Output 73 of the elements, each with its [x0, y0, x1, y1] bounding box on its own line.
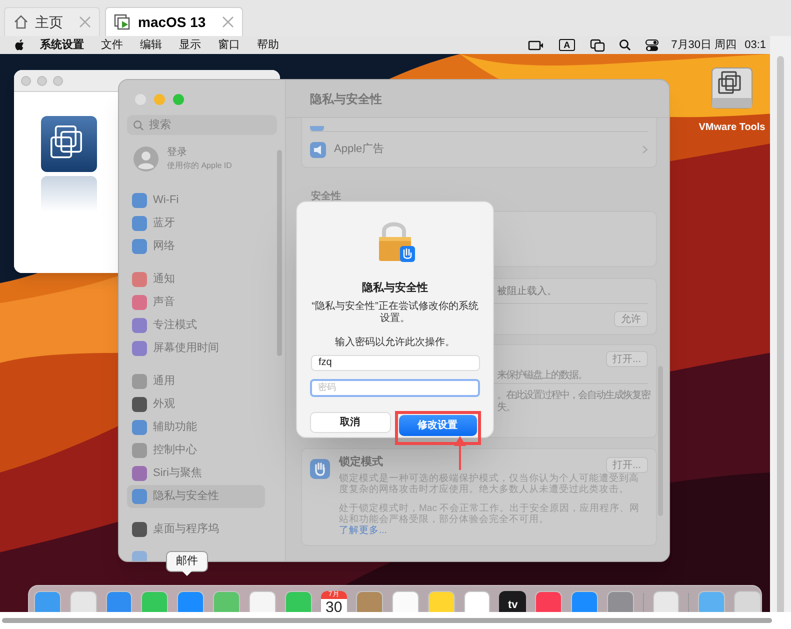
search-icon — [133, 120, 144, 130]
menu-item[interactable]: 帮助 — [257, 36, 279, 54]
logo-reflection — [41, 176, 97, 212]
home-icon — [13, 14, 29, 30]
sidebar-item[interactable]: 辅助功能 — [127, 416, 265, 439]
menubar-date[interactable]: 7月30日 周四 — [671, 36, 737, 54]
megaphone-icon — [310, 142, 326, 158]
settings-row[interactable]: Apple广告 — [310, 132, 648, 167]
turn-on-button[interactable]: 打开... — [606, 351, 648, 367]
close-icon[interactable] — [222, 16, 234, 28]
tab[interactable]: 主页 — [4, 7, 100, 36]
scrollbar[interactable] — [277, 150, 282, 356]
tab[interactable]: macOS 13 — [105, 7, 243, 36]
desktop-icon-label[interactable]: VMware Tools — [698, 120, 766, 135]
description-text: 来保护磁盘上的数据。 — [497, 368, 587, 382]
dialog-title: 隐私与安全性 — [362, 280, 428, 296]
tv-app-icon[interactable]: tv — [499, 591, 526, 612]
sidebar-item[interactable]: 网络 — [127, 235, 265, 258]
windows-icon[interactable] — [590, 38, 606, 52]
sidebar-item[interactable]: 通用 — [127, 370, 265, 393]
hand-icon — [310, 459, 330, 479]
menubar-time[interactable]: 03:1 — [744, 36, 766, 54]
vm-play-icon — [114, 13, 132, 31]
sidebar-item[interactable]: 声音 — [127, 291, 265, 314]
dock-tooltip: 邮件 — [166, 551, 208, 572]
tab-label: macOS 13 — [138, 12, 206, 32]
sidebar-item[interactable]: Wi-Fi — [127, 189, 265, 212]
tooltip-pointer-icon — [182, 571, 192, 576]
learn-more-link[interactable]: 了解更多... — [339, 525, 387, 536]
status-text: 被阻止载入。 — [497, 284, 557, 298]
sidebar-item[interactable]: 控制中心 — [127, 439, 265, 462]
sidebar-item[interactable]: 外观 — [127, 393, 265, 416]
avatar-icon — [133, 146, 159, 172]
description-text: 。在此设置过程中，会自动生成恢复密 — [497, 390, 648, 402]
sidebar-item[interactable]: 屏幕使用时间 — [127, 337, 265, 360]
menu-item[interactable]: 显示 — [179, 36, 201, 54]
input-source-key[interactable]: A — [558, 39, 576, 51]
dialog-prompt: 输入密码以允许此次操作。 — [335, 336, 455, 350]
description-text: 失。 — [497, 402, 516, 414]
zoom-window-button[interactable] — [173, 94, 184, 105]
sidebar-item[interactable]: 桌面与程序坞 — [127, 518, 265, 541]
menu-item[interactable]: 文件 — [101, 36, 123, 54]
minimize-window-button[interactable] — [154, 94, 165, 105]
turn-on-button[interactable]: 打开... — [606, 457, 648, 473]
sidebar-item[interactable]: Siri与聚焦 — [127, 462, 265, 485]
account-title: 登录 — [167, 146, 188, 159]
page-title: 隐私与安全性 — [310, 90, 382, 108]
sidebar-item[interactable]: 隐私与安全性 — [127, 485, 265, 508]
account-item[interactable]: 登录 使用你的 Apple ID — [127, 146, 277, 172]
username-field[interactable]: fzq — [310, 354, 480, 370]
chevron-right-icon — [642, 145, 648, 154]
cancel-button[interactable]: 取消 — [310, 412, 390, 433]
app-menu[interactable]: 系统设置 — [40, 36, 84, 54]
toggles-icon[interactable] — [645, 38, 660, 52]
menu-item[interactable]: 编辑 — [140, 36, 162, 54]
account-subtitle: 使用你的 Apple ID — [167, 160, 232, 172]
password-field[interactable]: 密码 — [310, 378, 480, 396]
close-icon[interactable] — [79, 16, 91, 28]
sidebar-item[interactable]: 专注模式 — [127, 314, 265, 337]
confirm-button[interactable]: 修改设置 — [398, 414, 476, 436]
camera-icon[interactable] — [528, 40, 544, 50]
search-icon[interactable] — [619, 39, 632, 51]
search-field[interactable]: 搜索 — [127, 115, 277, 135]
apple-logo-icon[interactable] — [14, 39, 25, 51]
scrollbar[interactable] — [2, 618, 772, 623]
allow-button[interactable]: 允许 — [614, 311, 648, 327]
sidebar-item[interactable]: 通知 — [127, 268, 265, 291]
tab-label: 主页 — [35, 12, 63, 32]
sidebar-item[interactable]: 蓝牙 — [127, 212, 265, 235]
menu-item[interactable]: 窗口 — [218, 36, 240, 54]
dialog-message: “隐私与安全性”正在尝试修改你的系统设置。 — [311, 300, 479, 324]
section-heading: 安全性 — [311, 191, 342, 203]
lockdown-title: 锁定模式 — [339, 457, 383, 468]
